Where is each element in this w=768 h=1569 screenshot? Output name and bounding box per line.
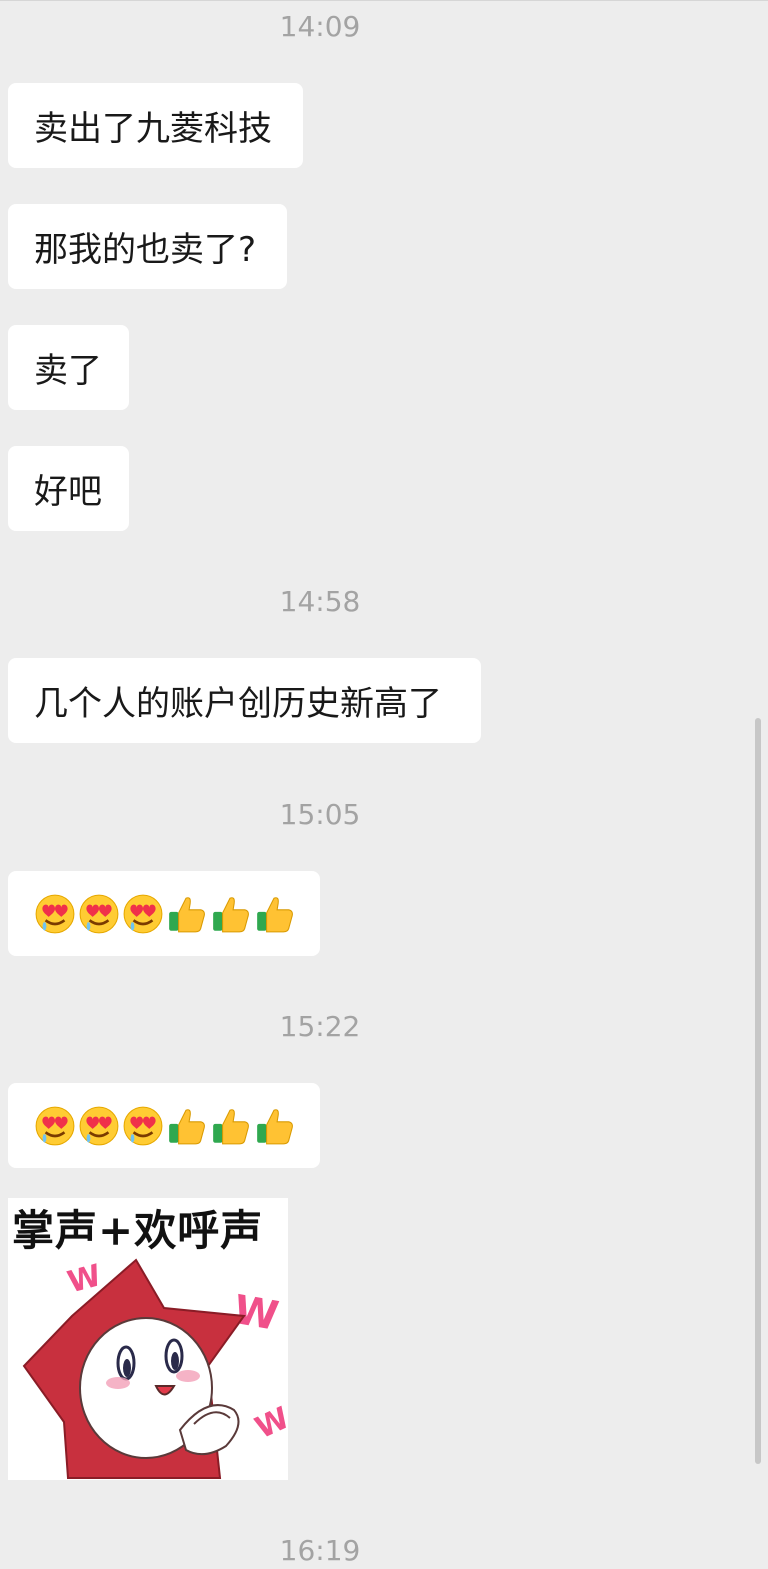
emoji-message-bubble[interactable] — [8, 1083, 320, 1168]
thumbs-up-icon — [169, 1108, 205, 1144]
star-mascot-icon: W W W — [22, 1258, 288, 1479]
message-bubble[interactable]: 几个人的账户创历史新高了 — [8, 658, 481, 743]
message-text: 卖出了九菱科技 — [34, 109, 272, 149]
message-timestamp: 16:19 — [279, 1534, 361, 1567]
message-bubble[interactable]: 卖出了九菱科技 — [8, 83, 303, 168]
thumbs-up-icon — [257, 1108, 293, 1144]
heart-eyes-drooling-icon — [35, 894, 75, 933]
heart-eyes-drooling-icon — [123, 894, 163, 933]
emoji-row — [34, 893, 296, 935]
thumbs-up-icon — [213, 1108, 249, 1144]
heart-eyes-drooling-icon — [123, 1106, 163, 1145]
message-timestamp: 14:58 — [279, 585, 361, 618]
thumbs-up-icon — [257, 896, 293, 932]
message-timestamp: 15:22 — [279, 1010, 361, 1043]
svg-text:W: W — [230, 1287, 281, 1340]
message-text: 那我的也卖了? — [34, 230, 257, 270]
message-bubble[interactable]: 那我的也卖了? — [8, 204, 287, 289]
message-timestamp: 14:09 — [279, 10, 361, 43]
chat-screen: { "timestamps": { "t1": "14:09", "t2": "… — [0, 0, 768, 1567]
top-divider — [0, 0, 768, 1]
emoji-row — [34, 1105, 296, 1147]
message-text: 几个人的账户创历史新高了 — [34, 684, 442, 724]
heart-eyes-drooling-icon — [79, 1106, 119, 1145]
message-text: 好吧 — [34, 472, 102, 512]
heart-eyes-drooling-icon — [79, 894, 119, 933]
scrollbar[interactable] — [755, 718, 761, 1464]
message-text: 卖了 — [34, 351, 102, 391]
thumbs-up-icon — [213, 896, 249, 932]
heart-eyes-drooling-icon — [35, 1106, 75, 1145]
sticker-message[interactable]: 掌声+欢呼声 W W W — [8, 1198, 288, 1480]
svg-text:W: W — [250, 1401, 288, 1447]
thumbs-up-icon — [169, 896, 205, 932]
message-timestamp: 15:05 — [279, 798, 361, 831]
emoji-message-bubble[interactable] — [8, 871, 320, 956]
message-bubble[interactable]: 卖了 — [8, 325, 129, 410]
message-bubble[interactable]: 好吧 — [8, 446, 129, 531]
